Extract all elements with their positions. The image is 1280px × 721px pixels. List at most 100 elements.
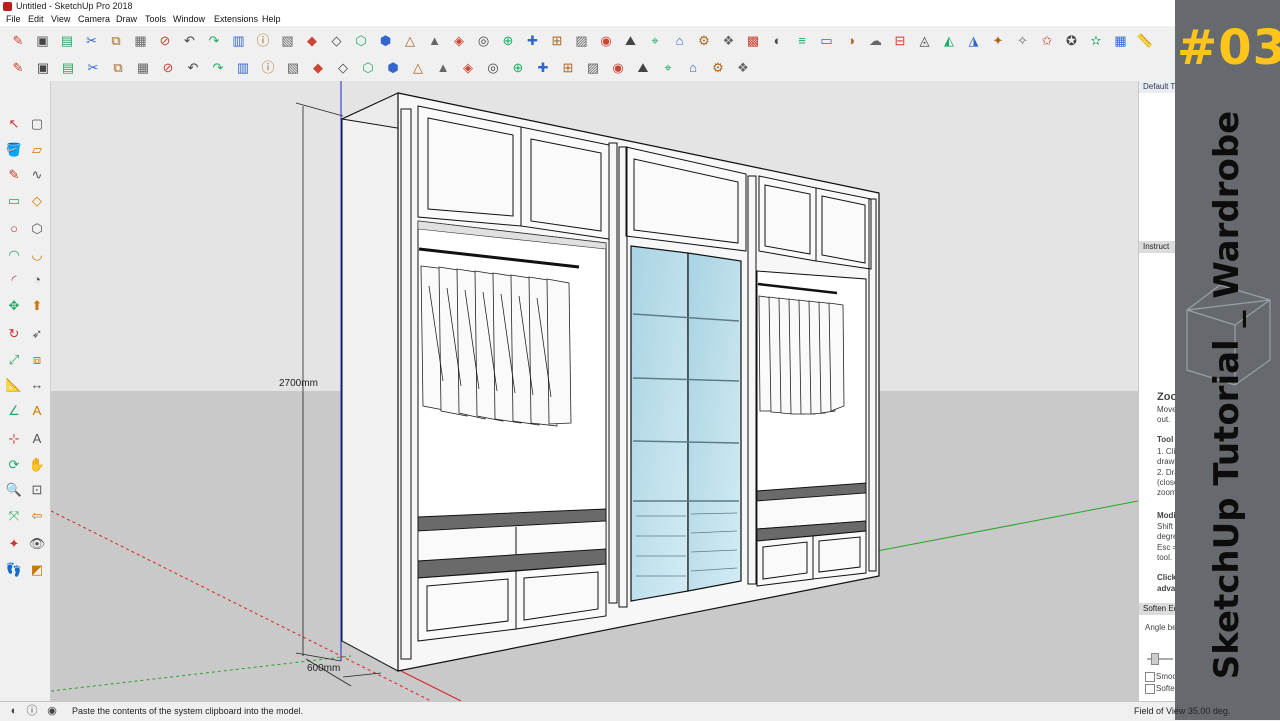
- learn-more-link-b[interactable]: advanced operations.: [1157, 584, 1176, 593]
- tape-measure-icon[interactable]: 📐: [4, 375, 24, 395]
- copy-icon[interactable]: ⧉: [106, 31, 126, 51]
- model-info-icon[interactable]: ⓘ: [253, 31, 273, 51]
- look-around-icon[interactable]: 👁: [27, 534, 47, 554]
- menu-draw[interactable]: Draw: [115, 13, 138, 26]
- paint-bucket-icon[interactable]: 🪣: [4, 140, 24, 160]
- eraser-icon[interactable]: ▱: [27, 140, 47, 160]
- photo-texture-icon[interactable]: ▨: [572, 31, 592, 51]
- offset-icon[interactable]: ⧈: [27, 350, 47, 370]
- circle-icon[interactable]: ○: [4, 219, 24, 239]
- extension-icon[interactable]: ⚙: [694, 31, 714, 51]
- undo-icon[interactable]: ↶: [180, 31, 200, 51]
- walk-icon[interactable]: 👣: [4, 560, 24, 580]
- sign-in-icon[interactable]: ◉: [46, 705, 58, 717]
- shadows-icon[interactable]: ◑: [841, 31, 861, 51]
- monochrome-icon[interactable]: ◆: [308, 58, 328, 78]
- orbit-view-icon[interactable]: ▲: [433, 58, 453, 78]
- pan-view-icon[interactable]: ◈: [458, 58, 478, 78]
- scenes-icon[interactable]: ▭: [817, 31, 837, 51]
- 2pt-arc-icon[interactable]: ◡: [27, 245, 47, 265]
- plugin-a-icon[interactable]: ◮: [964, 31, 984, 51]
- menu-edit[interactable]: Edit: [27, 13, 45, 26]
- shaded-icon[interactable]: ⓘ: [258, 58, 278, 78]
- geo-location-icon[interactable]: ◐: [8, 705, 20, 717]
- sandbox-detail-icon[interactable]: ⬢: [376, 31, 396, 51]
- scale-icon[interactable]: ⤢: [4, 350, 24, 370]
- iso-view-icon[interactable]: ◇: [333, 58, 353, 78]
- orbit-icon[interactable]: ⟳: [4, 455, 24, 475]
- learn-more-link[interactable]: Click to learn more: [1157, 573, 1176, 582]
- zoom-extents-icon[interactable]: ⤧: [4, 506, 24, 526]
- section-plane-icon[interactable]: ◩: [27, 560, 47, 580]
- materials-icon[interactable]: ▩: [743, 31, 763, 51]
- axes-icon[interactable]: ⊹: [4, 429, 24, 449]
- dimension-icon[interactable]: ⊞: [558, 58, 578, 78]
- sandbox-add-icon[interactable]: ✚: [523, 31, 543, 51]
- rectangle-icon[interactable]: ▭: [4, 191, 24, 211]
- follow-me-icon[interactable]: ➶: [27, 324, 47, 344]
- fence-icon[interactable]: ⚙: [708, 58, 728, 78]
- stairs-icon[interactable]: ⌂: [683, 58, 703, 78]
- ruler-icon[interactable]: 📏: [1135, 31, 1155, 51]
- plugin-e-icon[interactable]: ✪: [1062, 31, 1082, 51]
- push-pull-icon[interactable]: ⬆: [27, 296, 47, 316]
- paste-icon[interactable]: ▦: [131, 31, 151, 51]
- menu-tools[interactable]: Tools: [144, 13, 167, 26]
- components-icon[interactable]: ❖: [719, 31, 739, 51]
- zoom-icon[interactable]: 🔍: [4, 480, 24, 500]
- offset-icon[interactable]: ✚: [533, 58, 553, 78]
- soften-coplanar-checkbox[interactable]: [1145, 684, 1155, 694]
- text-icon[interactable]: A: [27, 401, 47, 421]
- model-viewport[interactable]: 2700mm 600mm: [51, 81, 1138, 701]
- menu-view[interactable]: View: [50, 13, 71, 26]
- dimension-icon[interactable]: ↔: [27, 375, 47, 395]
- geo-icon[interactable]: ⌖: [645, 31, 665, 51]
- select-icon[interactable]: ✎: [8, 58, 28, 78]
- text-icon[interactable]: ◉: [608, 58, 628, 78]
- sandbox-contour-icon[interactable]: ▲: [425, 31, 445, 51]
- fog-icon[interactable]: ☁: [866, 31, 886, 51]
- push-pull-icon[interactable]: ⊕: [508, 58, 528, 78]
- move-view-icon[interactable]: △: [408, 58, 428, 78]
- terrain-icon[interactable]: ⛰: [621, 31, 641, 51]
- sandbox-stamp-icon[interactable]: ◇: [327, 31, 347, 51]
- front-view-icon[interactable]: ⬢: [383, 58, 403, 78]
- scene-canvas[interactable]: 2700mm 600mm: [51, 81, 1138, 701]
- freehand-icon[interactable]: ∿: [27, 165, 47, 185]
- walk-view-icon[interactable]: ◎: [483, 58, 503, 78]
- zoom-window-icon[interactable]: ⊡: [27, 480, 47, 500]
- plugin-f-icon[interactable]: ✫: [1086, 31, 1106, 51]
- sandbox-flip-icon[interactable]: △: [400, 31, 420, 51]
- position-camera-icon[interactable]: ✦: [4, 534, 24, 554]
- tray-header[interactable]: Default Tray: [1139, 81, 1176, 93]
- open-icon[interactable]: ▣: [33, 31, 53, 51]
- layer-manager-icon[interactable]: ▦: [1111, 31, 1131, 51]
- sandbox-smoove-icon[interactable]: ◆: [302, 31, 322, 51]
- pie-icon[interactable]: ◔: [27, 270, 47, 290]
- redo-icon[interactable]: ↷: [204, 31, 224, 51]
- make-component-icon[interactable]: ▢: [27, 114, 47, 134]
- print-icon[interactable]: ▥: [229, 31, 249, 51]
- protractor-icon[interactable]: ▨: [583, 58, 603, 78]
- menu-window[interactable]: Window: [172, 13, 206, 26]
- menu-file[interactable]: File: [5, 13, 22, 26]
- soften-edges-section-header[interactable]: Soften Edges: [1139, 603, 1176, 615]
- polygon-icon[interactable]: ⬡: [27, 219, 47, 239]
- rotate-icon[interactable]: ↻: [4, 324, 24, 344]
- plugin-d-icon[interactable]: ✩: [1037, 31, 1057, 51]
- pan-icon[interactable]: ✋: [27, 455, 47, 475]
- hidden-line-icon[interactable]: ▥: [233, 58, 253, 78]
- plugin-b-icon[interactable]: ✦: [988, 31, 1008, 51]
- wireframe-icon[interactable]: ↷: [208, 58, 228, 78]
- credits-icon[interactable]: ⓘ: [26, 705, 38, 717]
- back-edges-icon[interactable]: ↶: [183, 58, 203, 78]
- sandbox-drape-icon[interactable]: ⬡: [351, 31, 371, 51]
- cam-icon[interactable]: ◬: [915, 31, 935, 51]
- select-icon[interactable]: ↖: [4, 114, 24, 134]
- menu-camera[interactable]: Camera: [77, 13, 111, 26]
- xray-icon[interactable]: ⊘: [158, 58, 178, 78]
- 3d-text-icon[interactable]: ⌖: [658, 58, 678, 78]
- shaded-textures-icon[interactable]: ▧: [283, 58, 303, 78]
- top-view-icon[interactable]: ⬡: [358, 58, 378, 78]
- warehouse-icon[interactable]: ✂: [83, 58, 103, 78]
